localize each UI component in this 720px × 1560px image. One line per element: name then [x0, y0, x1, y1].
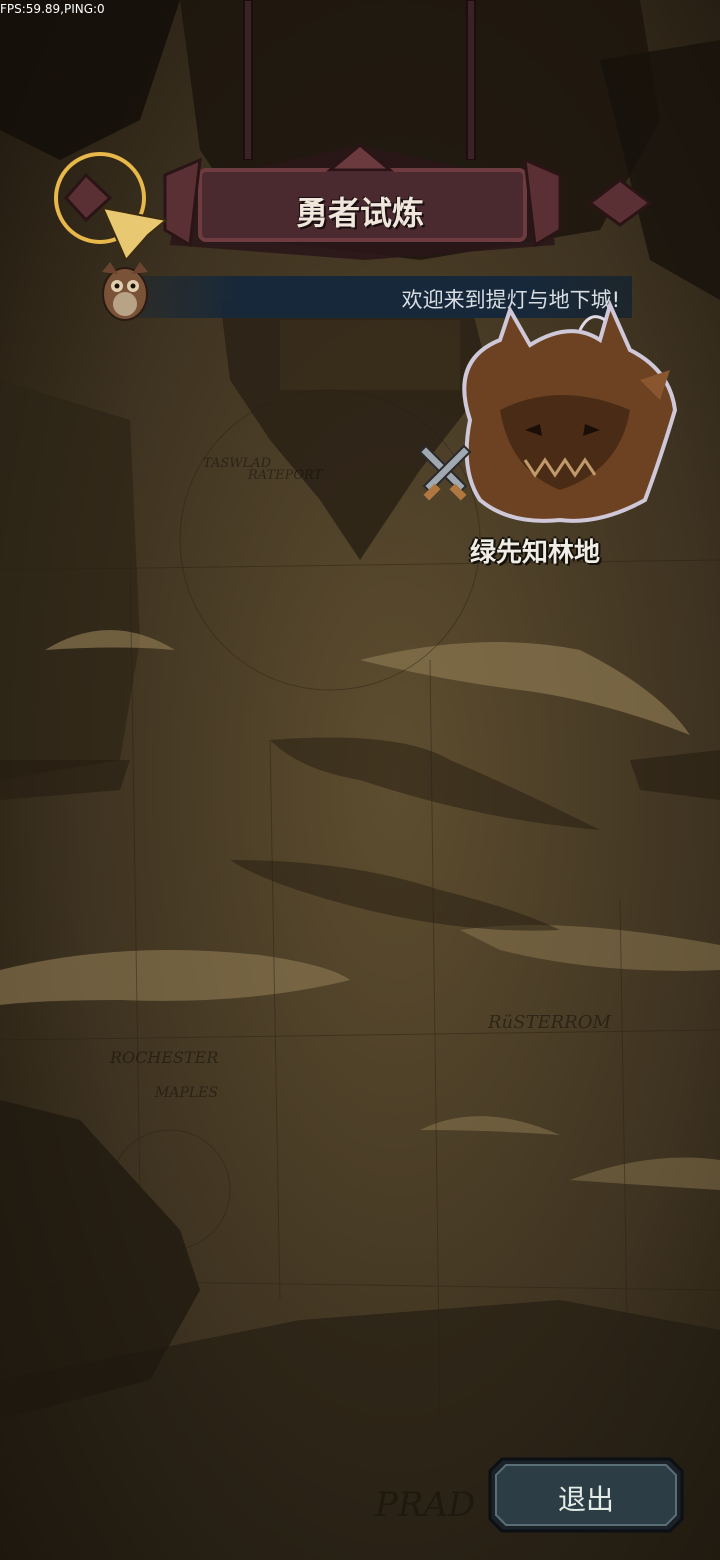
exit-button-label[interactable]: 退出 — [488, 1478, 684, 1518]
map-label: RüSTERROM — [488, 1012, 611, 1033]
location-name-label[interactable]: 绿先知林地 — [470, 532, 600, 569]
crossed-swords-icon — [418, 444, 472, 501]
back-button[interactable] — [48, 150, 173, 265]
map-label: RATEPORT — [248, 468, 323, 483]
map-label: ROCHESTER — [110, 1048, 219, 1067]
page-title: 勇者试炼 — [295, 194, 424, 232]
map-label: PRAD — [375, 1485, 476, 1525]
diamond-ornament-right — [587, 178, 653, 227]
owl-icon — [102, 262, 148, 321]
fps-readout: FPS:59.89,PING:0 — [0, 2, 105, 16]
map-label: MAPLES — [155, 1085, 218, 1101]
